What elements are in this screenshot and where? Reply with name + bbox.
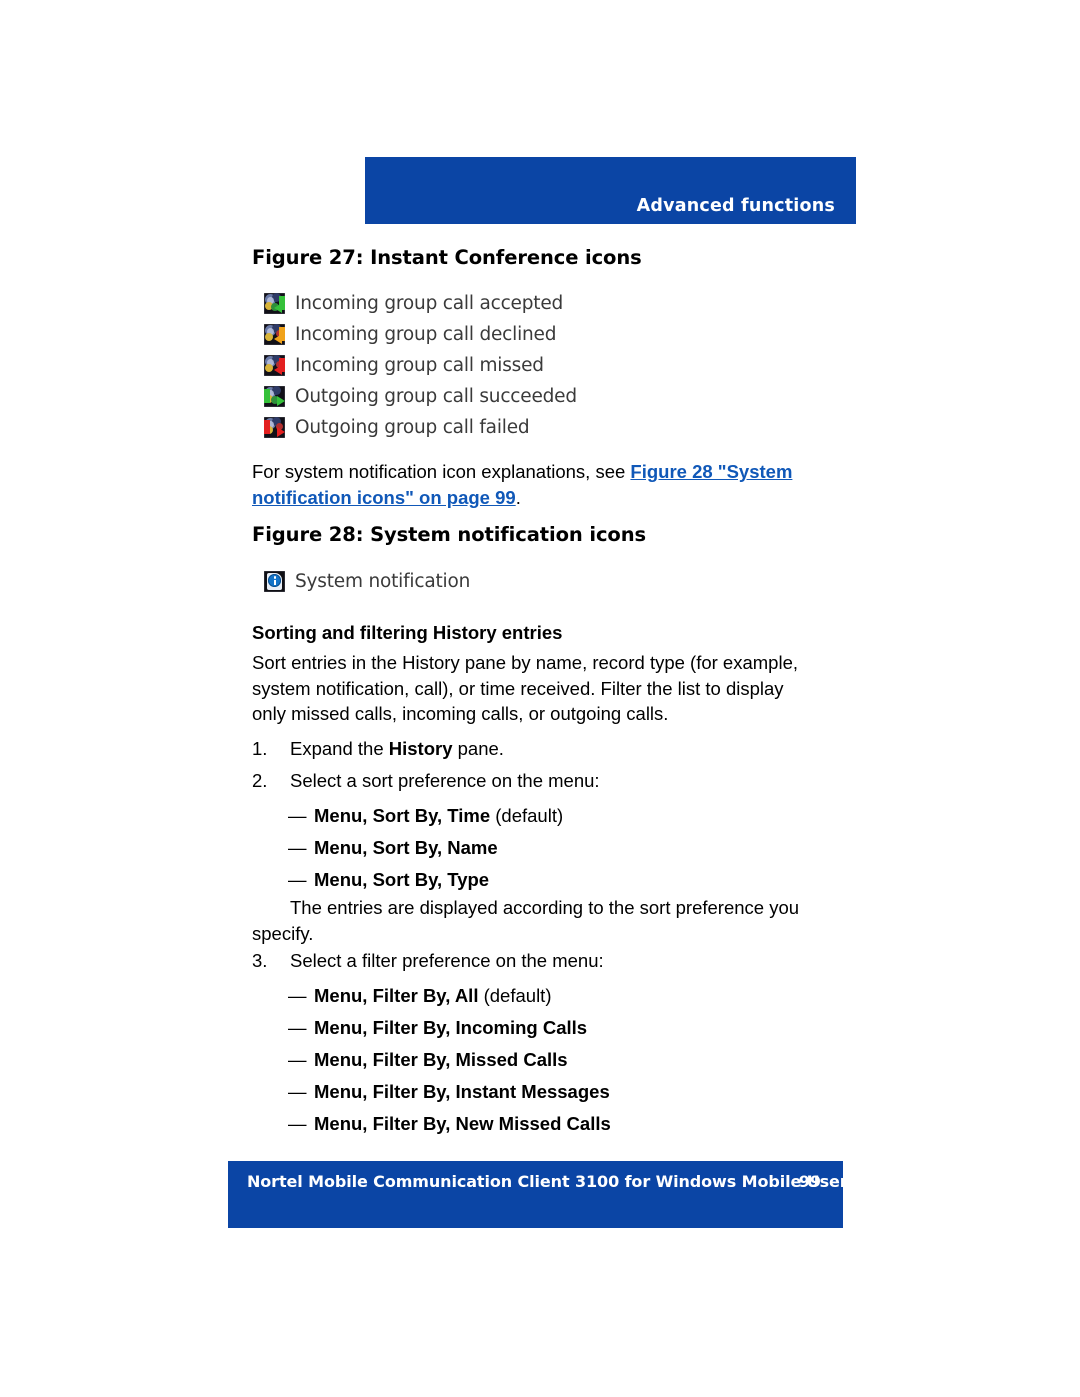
page-number: 99: [798, 1172, 821, 1191]
filter-option-suffix: (default): [478, 985, 552, 1006]
em-dash: —: [288, 837, 307, 858]
document-page: Advanced functions Figure 27: Instant Co…: [0, 0, 1080, 1397]
em-dash: —: [288, 1113, 307, 1134]
procedure-step: 1. Expand the History pane.: [252, 736, 822, 762]
figure-28-icon-list: System notification: [264, 566, 470, 597]
outgoing-group-call-succeeded-icon: [264, 386, 285, 407]
filter-option-label: Menu, Filter By, All: [314, 985, 479, 1006]
em-dash: —: [288, 1081, 307, 1102]
procedure-step: 2. Select a sort preference on the menu:: [252, 768, 822, 794]
filter-option-item[interactable]: — Menu, Filter By, All (default): [288, 980, 828, 1012]
em-dash: —: [288, 869, 307, 890]
filter-option-label: Menu, Filter By, Missed Calls: [314, 1049, 568, 1070]
filter-option-label: Menu, Filter By, New Missed Calls: [314, 1113, 611, 1134]
em-dash: —: [288, 805, 307, 826]
step-number: 3.: [252, 950, 268, 971]
step-text-before: Expand the: [290, 738, 389, 759]
cross-reference-trail: .: [515, 486, 521, 508]
icon-row: Incoming group call accepted: [264, 288, 577, 319]
sort-option-label: Menu, Sort By, Type: [314, 869, 490, 890]
filter-option-item[interactable]: — Menu, Filter By, Instant Messages: [288, 1076, 828, 1108]
step-body: Select a sort preference on the menu:: [290, 770, 600, 791]
incoming-group-call-declined-icon: [264, 324, 285, 345]
sort-option-list: — Menu, Sort By, Time (default) — Menu, So…: [288, 800, 828, 896]
filter-option-label: Menu, Filter By, Incoming Calls: [314, 1017, 588, 1038]
sort-option-item[interactable]: — Menu, Sort By, Time (default): [288, 800, 828, 832]
icon-row-label: Incoming group call missed: [295, 355, 544, 376]
incoming-group-call-accepted-icon: [264, 293, 285, 314]
icon-row: Outgoing group call failed: [264, 412, 577, 443]
sort-option-label: Menu, Sort By, Time: [314, 805, 491, 826]
incoming-group-call-missed-icon: [264, 355, 285, 376]
cross-reference-paragraph: For system notification icon explanation…: [252, 459, 817, 510]
figure-28-caption: Figure 28: System notification icons: [252, 523, 646, 546]
filter-option-list: — Menu, Filter By, All (default) — Menu, F…: [288, 980, 828, 1140]
outgoing-group-call-failed-icon: [264, 417, 285, 438]
filter-option-item[interactable]: — Menu, Filter By, New Missed Calls: [288, 1108, 828, 1140]
procedure-step: 3. Select a filter preference on the men…: [252, 948, 822, 974]
section-intro-paragraph: Sort entries in the History pane by name…: [252, 652, 799, 724]
page-header-title: Advanced functions: [636, 196, 835, 216]
section-subheading: Sorting and filtering History entries: [252, 622, 563, 643]
icon-row-label: Outgoing group call succeeded: [295, 386, 577, 407]
icon-row-label: System notification: [295, 571, 471, 592]
icon-row: Incoming group call declined: [264, 319, 577, 350]
sort-option-label: Menu, Sort By, Name: [314, 837, 498, 858]
icon-row: Outgoing group call succeeded: [264, 381, 577, 412]
sort-option-item[interactable]: — Menu, Sort By, Type: [288, 864, 828, 896]
filter-option-label: Menu, Filter By, Instant Messages: [314, 1081, 610, 1102]
filter-option-item[interactable]: — Menu, Filter By, Incoming Calls: [288, 1012, 828, 1044]
page-header-band: Advanced functions: [365, 157, 856, 224]
icon-row-label: Incoming group call accepted: [295, 293, 564, 314]
icon-row-label: Outgoing group call failed: [295, 417, 530, 438]
em-dash: —: [288, 1017, 307, 1038]
sort-option-item[interactable]: — Menu, Sort By, Name: [288, 832, 828, 864]
em-dash: —: [288, 1049, 307, 1070]
step-body: Expand the History pane.: [290, 738, 504, 759]
procedure-step-result: The entries are displayed according to t…: [252, 895, 822, 946]
filter-option-item[interactable]: — Menu, Filter By, Missed Calls: [288, 1044, 828, 1076]
figure-27-caption: Figure 27: Instant Conference icons: [252, 246, 642, 269]
em-dash: —: [288, 985, 307, 1006]
step-text-after: pane.: [452, 738, 504, 759]
figure-27-icon-list: Incoming group call accepted Incoming gr…: [264, 288, 577, 443]
icon-row-label: Incoming group call declined: [295, 324, 557, 345]
sort-option-suffix: (default): [490, 805, 564, 826]
step-number: 2.: [252, 770, 268, 791]
step-emphasis: History: [388, 738, 453, 759]
icon-row: System notification: [264, 566, 470, 597]
icon-row: Incoming group call missed: [264, 350, 577, 381]
system-notification-icon: [264, 571, 285, 592]
step-body: Select a filter preference on the menu:: [290, 950, 604, 971]
cross-reference-lead: For system notification icon explanation…: [252, 461, 631, 482]
step-result-text: The entries are displayed according to t…: [252, 897, 800, 944]
page-footer-band: Nortel Mobile Communication Client 3100 …: [228, 1161, 905, 1228]
step-number: 1.: [252, 738, 268, 759]
